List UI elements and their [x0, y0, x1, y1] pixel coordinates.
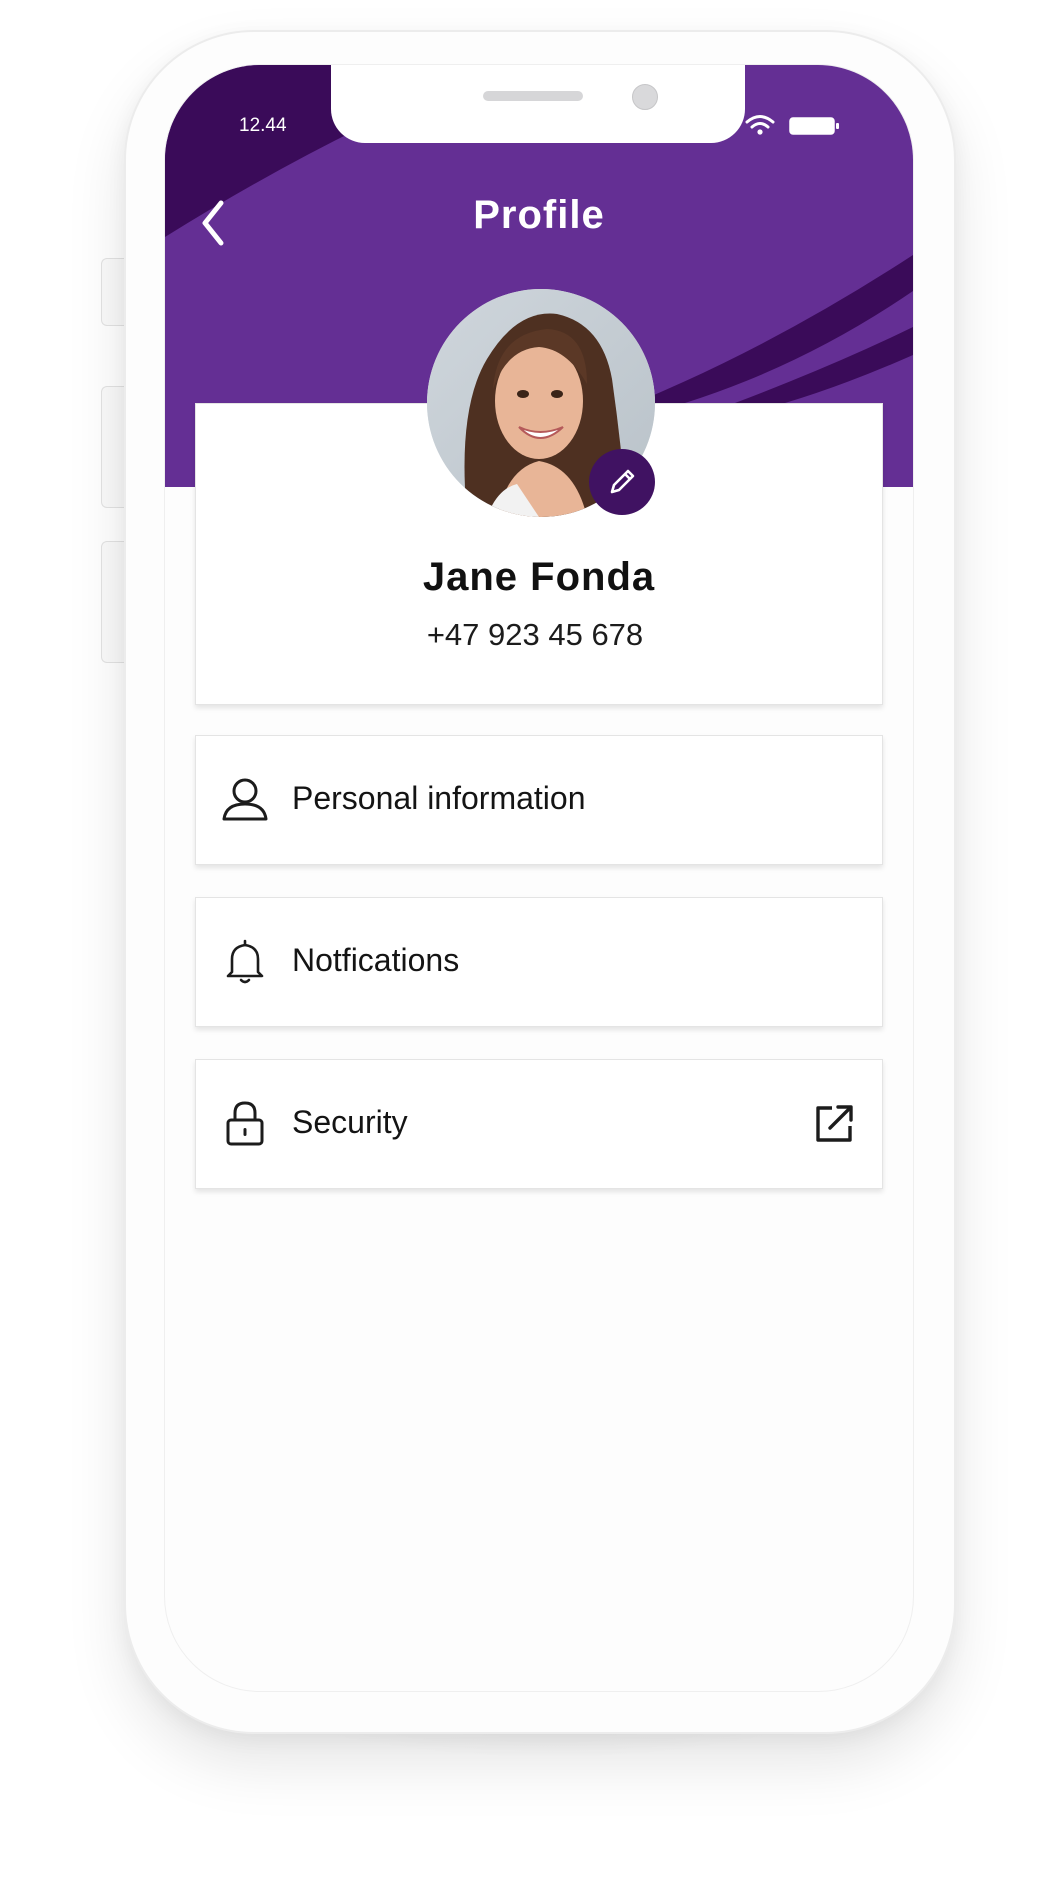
status-time: 12.44: [239, 115, 287, 136]
battery-icon: [789, 117, 839, 135]
menu-item-notifications[interactable]: Notfications: [195, 897, 883, 1027]
stage: 12.44 Profile Jane Fonda +47 923 45 678 …: [0, 0, 1053, 1903]
wifi-icon: [745, 115, 775, 135]
notch: [331, 65, 745, 143]
menu-item-label: Personal information: [292, 780, 586, 816]
external-link-icon[interactable]: [812, 1102, 856, 1146]
pencil-icon: [610, 469, 635, 494]
user-icon: [222, 778, 268, 821]
phone-screen: 12.44 Profile Jane Fonda +47 923 45 678 …: [164, 64, 914, 1692]
bell-icon: [226, 939, 264, 984]
menu-item-security[interactable]: Security: [195, 1059, 883, 1189]
speaker: [483, 91, 583, 101]
page-title: Profile: [473, 193, 605, 237]
menu-item-label: Security: [292, 1104, 408, 1140]
user-name: Jane Fonda: [422, 555, 656, 599]
menu-item-personal-information[interactable]: Personal information: [195, 735, 883, 865]
menu-item-label: Notfications: [292, 942, 460, 978]
user-phone: +47 923 45 678: [426, 617, 644, 652]
edit-avatar-button[interactable]: [589, 449, 655, 515]
lock-icon: [226, 1101, 264, 1146]
front-camera: [632, 84, 658, 110]
